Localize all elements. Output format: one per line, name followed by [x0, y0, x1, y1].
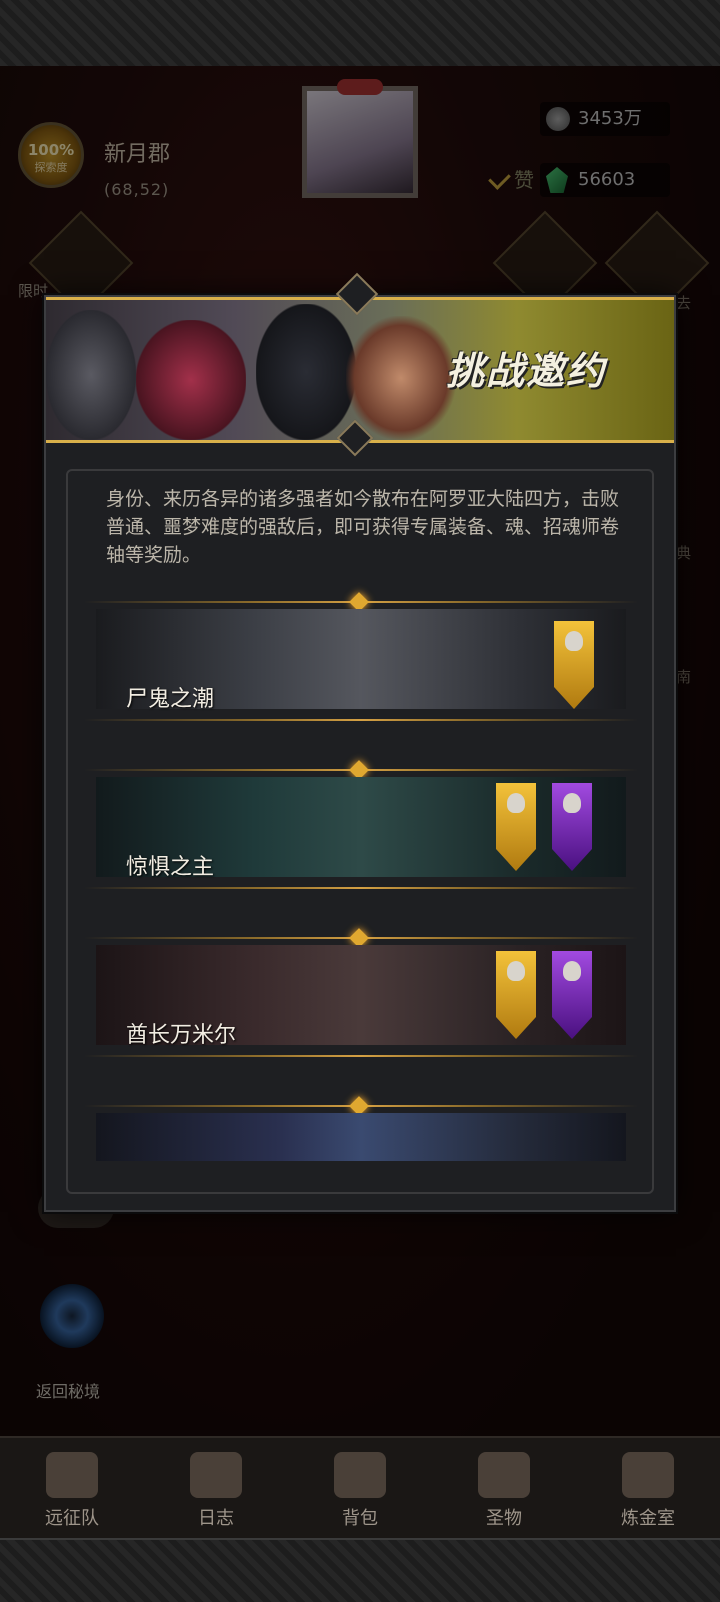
nav-label: 背包 — [342, 1508, 378, 1529]
helmet-icon — [46, 1452, 98, 1498]
challenge-name: 尸鬼之潮 — [126, 687, 215, 712]
challenge-entry[interactable]: 酋长万米尔 — [76, 901, 646, 1071]
challenge-invitation-modal: 挑战邀约 身份、来历各异的诸多强者如今散布在阿罗亚大陆四方，击败普通、噩梦难度的… — [44, 272, 676, 1212]
nav-label: 日志 — [198, 1508, 234, 1529]
nav-alchemy[interactable]: 炼金室 — [576, 1438, 720, 1540]
beast-art — [46, 310, 136, 440]
chalice-icon — [478, 1452, 530, 1498]
nav-expedition[interactable]: 远征队 — [0, 1438, 144, 1540]
nav-label: 远征队 — [45, 1508, 99, 1529]
hero-art — [346, 316, 456, 440]
challenge-art-partial — [96, 1113, 626, 1161]
panther-warrior-art — [256, 304, 356, 440]
modal-title: 挑战邀约 — [446, 349, 607, 393]
bottom-nav: 远征队 日志 背包 圣物 炼金室 — [0, 1436, 720, 1540]
challenge-name: 酋长万米尔 — [126, 1023, 237, 1048]
alchemy-icon — [622, 1452, 674, 1498]
challenge-entry[interactable]: 尸鬼之潮 — [76, 565, 646, 735]
intro-text: 身份、来历各异的诸多强者如今散布在阿罗亚大陆四方，击败普通、噩梦难度的强敌后，即… — [106, 488, 620, 566]
bag-icon — [334, 1452, 386, 1498]
skull-icon — [507, 793, 525, 813]
skull-icon — [507, 961, 525, 981]
skull-icon — [563, 961, 581, 981]
nav-journal[interactable]: 日志 — [144, 1438, 288, 1540]
challenge-list[interactable]: 尸鬼之潮 惊惧之主 酋长万米尔 — [76, 565, 646, 1161]
nav-relics[interactable]: 圣物 — [432, 1438, 576, 1540]
nav-label: 炼金室 — [621, 1508, 675, 1529]
skull-icon — [565, 631, 583, 651]
scroll-icon — [190, 1452, 242, 1498]
dragon-art — [136, 320, 246, 440]
challenge-entry[interactable]: 惊惧之主 — [76, 733, 646, 903]
challenge-name: 惊惧之主 — [126, 855, 215, 880]
skull-icon — [563, 793, 581, 813]
bottom-decor-band — [0, 1538, 720, 1602]
modal-banner: 挑战邀约 — [46, 297, 674, 443]
gold-divider — [84, 887, 638, 889]
top-decor-band — [0, 0, 720, 68]
nav-label: 圣物 — [486, 1508, 522, 1529]
gold-divider — [84, 719, 638, 721]
gold-divider — [84, 1055, 638, 1057]
nav-backpack[interactable]: 背包 — [288, 1438, 432, 1540]
challenge-entry[interactable] — [76, 1069, 646, 1161]
